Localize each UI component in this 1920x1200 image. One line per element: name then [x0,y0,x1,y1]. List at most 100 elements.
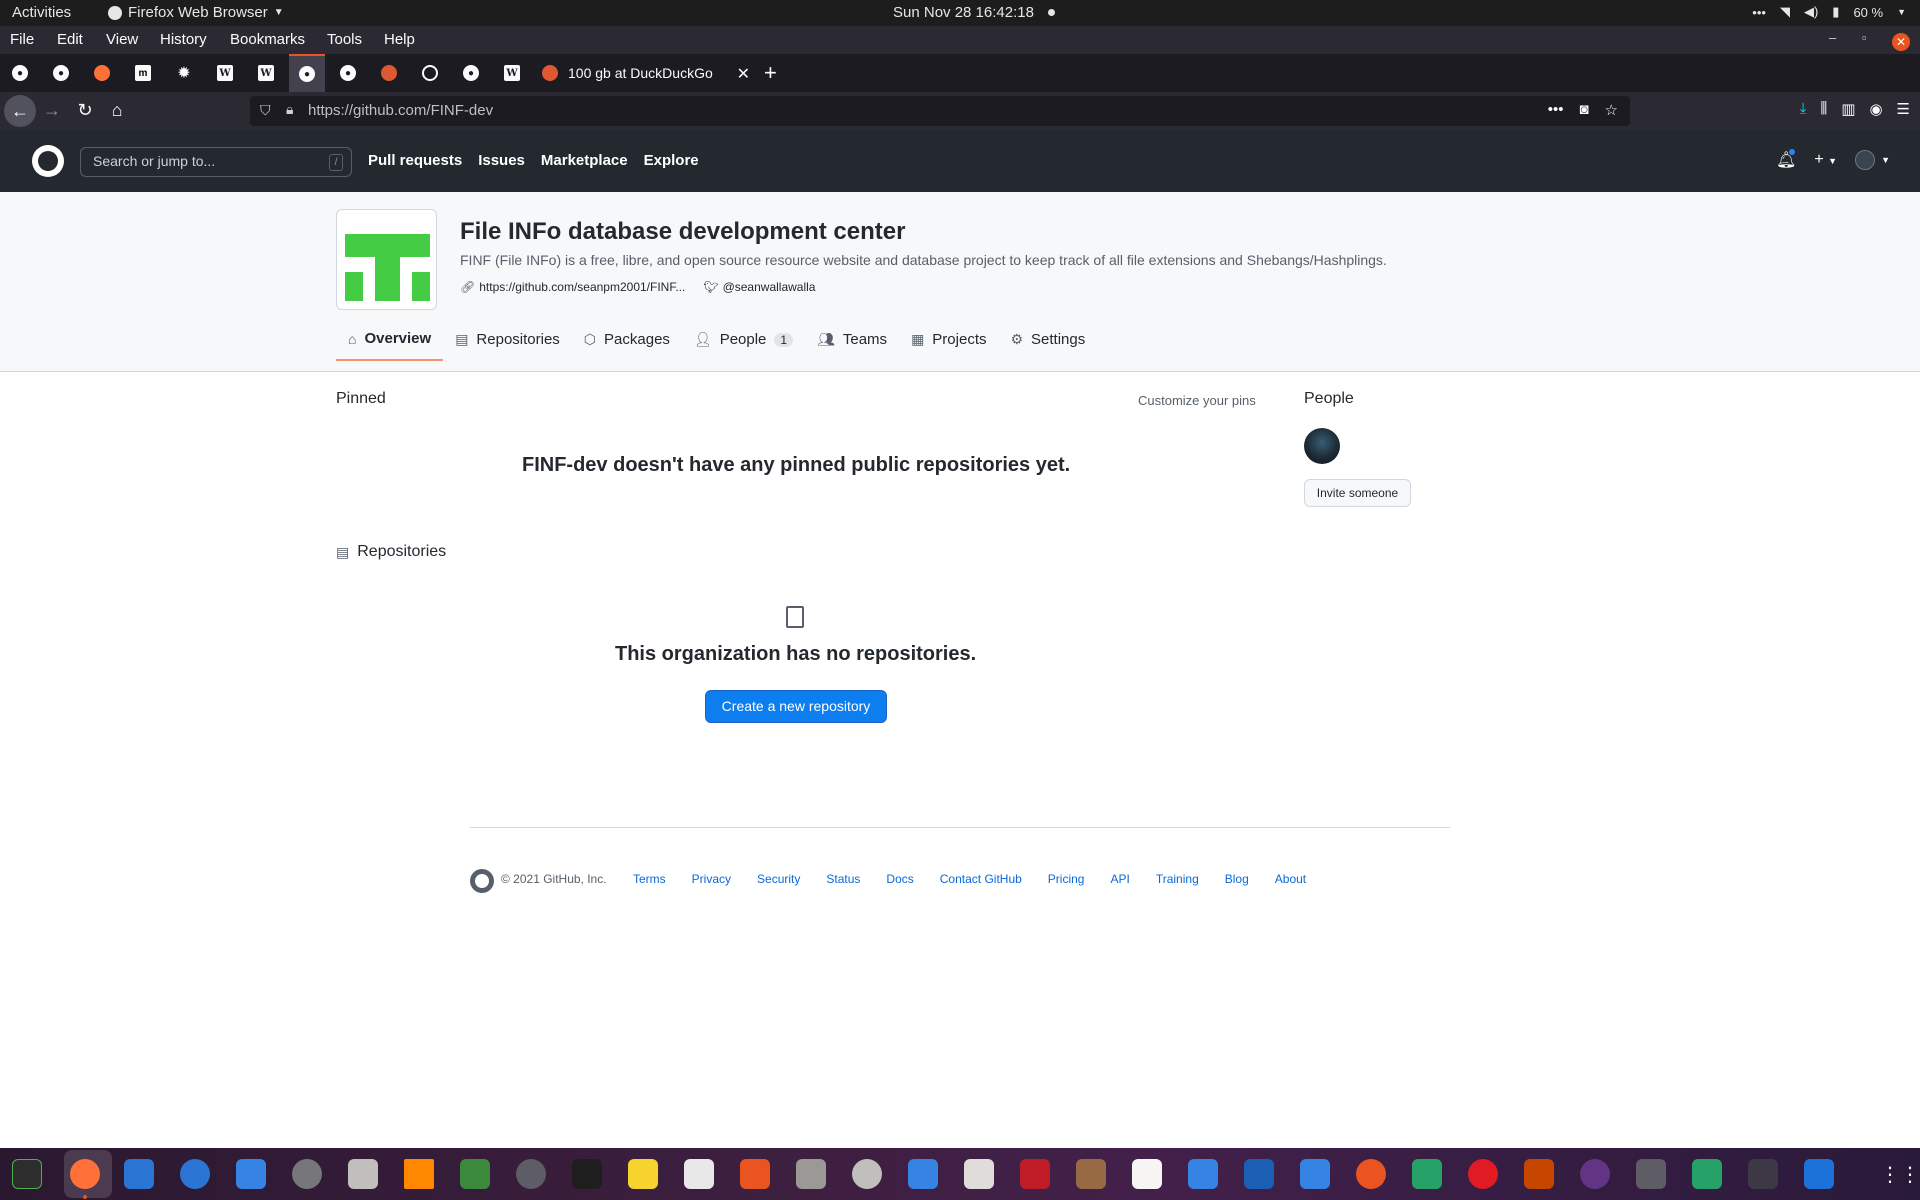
alert-icon[interactable] [1468,1159,1498,1189]
avatar[interactable] [1304,428,1340,464]
invite-someone-button[interactable]: Invite someone [1304,479,1411,507]
lock-icon[interactable]: 🔒︎ [286,101,293,118]
calendar-icon[interactable] [1692,1159,1722,1189]
pinned-tab[interactable]: ● [48,60,74,86]
pinned-tab[interactable]: W [253,60,279,86]
vim-icon[interactable] [1244,1159,1274,1189]
app-menu[interactable]: Firefox Web Browser ▼ [108,4,284,21]
hamburger-menu-icon[interactable]: ☰ [1897,100,1910,118]
pinned-tab-active[interactable]: ● [289,54,325,92]
footer-link-security[interactable]: Security [757,872,800,886]
chart-app-icon[interactable] [684,1159,714,1189]
footer-link-privacy[interactable]: Privacy [692,872,731,886]
nav-marketplace[interactable]: Marketplace [541,152,628,169]
search-input[interactable]: Search or jump to... / [80,147,352,177]
maximize-icon[interactable]: ▫ [1862,30,1867,45]
gimp-icon[interactable] [1636,1159,1666,1189]
url-bar[interactable]: ⛉ 🔒︎ https://github.com/FINF-dev ••• ◙ ☆ [250,96,1630,126]
menu-bookmarks[interactable]: Bookmarks [230,31,305,48]
screen-icon[interactable] [1300,1159,1330,1189]
pocket-icon[interactable]: ◙ [1579,101,1588,119]
text-editor-icon[interactable] [236,1159,266,1189]
screenshot-icon[interactable] [1804,1159,1834,1189]
menu-edit[interactable]: Edit [57,31,83,48]
pdf-icon[interactable] [1020,1159,1050,1189]
footer-link-pricing[interactable]: Pricing [1048,872,1085,886]
forward-button[interactable]: → [40,100,64,121]
menu-view[interactable]: View [106,31,138,48]
settings-icon[interactable] [292,1159,322,1189]
tab-overview[interactable]: ⌂ Overview [336,326,444,361]
back-button[interactable]: ← [4,95,36,127]
shield-icon[interactable]: ⛉ [260,102,271,119]
pinned-tab[interactable] [376,60,402,86]
sidebar-icon[interactable]: ▥ [1841,100,1855,118]
menu-history[interactable]: History [160,31,207,48]
github-logo-icon[interactable] [32,145,64,177]
spreadsheet-icon[interactable] [1412,1159,1442,1189]
app-grid-icon[interactable]: ⋮⋮⋮ [1880,1162,1920,1187]
firefox-icon[interactable] [70,1159,100,1189]
inkscape-icon[interactable] [516,1159,546,1189]
url-text[interactable]: https://github.com/FINF-dev [308,102,493,119]
activities-button[interactable]: Activities [12,4,71,21]
account-icon[interactable]: ◉ [1869,100,1882,118]
pinned-tab[interactable]: m [130,60,156,86]
pinned-tab[interactable] [89,60,115,86]
software-center-icon[interactable] [740,1159,770,1189]
pinned-tab[interactable]: ● [458,60,484,86]
files-icon[interactable] [348,1159,378,1189]
todo-icon[interactable] [1188,1159,1218,1189]
menu-help[interactable]: Help [384,31,415,48]
create-repository-button[interactable]: Create a new repository [705,690,887,723]
footer-link-training[interactable]: Training [1156,872,1199,886]
tab-people[interactable]: 👤︎ People 1 [682,326,805,361]
pinned-tab[interactable] [417,60,443,86]
footer-link-about[interactable]: About [1275,872,1306,886]
clock[interactable]: Sun Nov 28 16:42:18 [893,4,1055,21]
home-button[interactable]: ⌂ [105,100,129,121]
tab-projects[interactable]: ▦ Projects [899,326,998,361]
create-new-dropdown[interactable]: + ▼ [1814,151,1837,169]
menu-file[interactable]: File [10,31,34,48]
library-icon[interactable]: ⫼ [1820,100,1827,118]
system-monitor-icon[interactable] [12,1159,42,1189]
org-website-link[interactable]: 🔗︎ https://github.com/seanpm2001/FINF... [460,280,685,294]
new-tab-icon[interactable]: + [764,60,777,86]
reload-button[interactable]: ↻ [73,100,97,121]
footer-link-api[interactable]: API [1110,872,1129,886]
tab-repositories[interactable]: ▤ Repositories [443,326,572,361]
close-tab-icon[interactable]: ✕ [737,64,750,84]
footer-link-status[interactable]: Status [826,872,860,886]
help-icon[interactable] [180,1159,210,1189]
bookmark-star-icon[interactable]: ☆ [1605,101,1618,119]
nav-pull-requests[interactable]: Pull requests [368,152,462,169]
footer-link-terms[interactable]: Terms [633,872,666,886]
update-icon[interactable] [1356,1159,1386,1189]
system-tray[interactable]: ••• ◥ ◀) ▮ 60 % ▼ [1752,4,1906,20]
pinned-tab[interactable]: ● [335,60,361,86]
pinned-tab[interactable]: W [499,60,525,86]
footer-link-docs[interactable]: Docs [886,872,913,886]
pinned-tab[interactable]: W [212,60,238,86]
tab-packages[interactable]: ⬡ Packages [572,326,682,361]
menu-tools[interactable]: Tools [327,31,362,48]
download-icon[interactable]: ⤓ [1800,100,1807,118]
close-window-icon[interactable]: ✕ [1892,33,1910,51]
tab-teams[interactable]: 👥︎ Teams [805,326,899,361]
disk-icon[interactable] [852,1159,882,1189]
footer-link-blog[interactable]: Blog [1225,872,1249,886]
puzzle-icon[interactable] [460,1159,490,1189]
nav-issues[interactable]: Issues [478,152,525,169]
pinned-tab[interactable]: ✹ [171,60,197,86]
image-editor-icon[interactable] [908,1159,938,1189]
minimize-icon[interactable]: – [1829,30,1836,45]
search-icon[interactable] [796,1159,826,1189]
terminal-icon[interactable] [572,1159,602,1189]
footer-link-contact[interactable]: Contact GitHub [940,872,1022,886]
camera-icon[interactable] [1580,1159,1610,1189]
game-icon[interactable] [1524,1159,1554,1189]
pinned-tab[interactable]: ● [7,60,33,86]
calculator-icon[interactable] [628,1159,658,1189]
archive-icon[interactable] [1076,1159,1106,1189]
